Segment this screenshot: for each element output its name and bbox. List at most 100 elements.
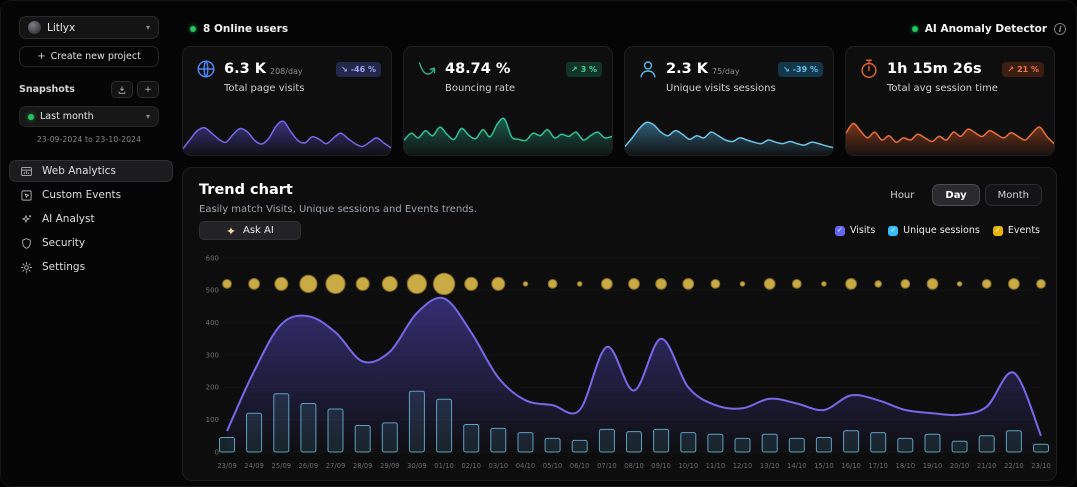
svg-text:29/09: 29/09 (380, 462, 400, 470)
user-icon (637, 58, 659, 80)
sidebar-item-label: Custom Events (42, 189, 121, 201)
trend-badge-value: -46 % (351, 65, 376, 74)
sparkline-chart (846, 109, 1054, 155)
sidebar-item-label: AI Analyst (42, 213, 95, 225)
svg-text:600: 600 (206, 254, 219, 262)
svg-text:25/09: 25/09 (272, 462, 292, 470)
sidebar-item-security[interactable]: Security (9, 232, 173, 254)
export-snapshot-button[interactable] (111, 81, 133, 98)
svg-text:30/09: 30/09 (407, 462, 427, 470)
legend-item-events[interactable]: ✓ Events (993, 225, 1040, 236)
sidebar-item-label: Settings (42, 261, 85, 273)
sparkline-chart (183, 109, 391, 155)
sidebar-top: Litlyx ▾ + Create new project Snapshots … (1, 1, 181, 144)
svg-text:14/10: 14/10 (787, 462, 807, 470)
create-project-label: Create new project (51, 51, 141, 62)
project-name: Litlyx (47, 22, 75, 34)
svg-text:24/09: 24/09 (244, 462, 264, 470)
sidebar-item-custom-events[interactable]: Custom Events (9, 184, 173, 206)
stat-value: 6.3 K (224, 61, 266, 77)
stat-label: Total avg session time (887, 83, 1054, 94)
trend-badge: ↘-39 % (778, 62, 823, 77)
sidebar: Litlyx ▾ + Create new project Snapshots … (1, 1, 181, 486)
trend-badge-value: -39 % (793, 65, 818, 74)
topbar: 8 Online users AI Anomaly Detector i (190, 21, 1066, 37)
snapshots-row: Snapshots + (19, 81, 159, 98)
checkbox-checked-icon: ✓ (835, 226, 845, 236)
create-project-button[interactable]: + Create new project (19, 46, 159, 67)
plus-icon: + (37, 52, 45, 62)
sparkline-chart (625, 109, 833, 155)
trend-badge: ↘-46 % (336, 62, 381, 77)
trend-chart-panel: Trend chart Easily match Visits, Unique … (182, 167, 1057, 481)
gear-icon (20, 261, 33, 274)
legend-label: Events (1008, 225, 1040, 236)
trend-badge: ↗21 % (1002, 62, 1044, 77)
svg-text:09/10: 09/10 (651, 462, 671, 470)
svg-text:02/10: 02/10 (461, 462, 481, 470)
sparkline-chart (404, 109, 612, 155)
web-analytics-icon (20, 165, 33, 178)
svg-text:400: 400 (206, 319, 219, 327)
ai-sparkles-icon (20, 213, 33, 226)
svg-text:17/10: 17/10 (868, 462, 888, 470)
snapshot-range-value: Last month (40, 111, 94, 122)
tab-month[interactable]: Month (985, 184, 1042, 206)
shield-icon (20, 237, 33, 250)
sidebar-item-settings[interactable]: Settings (9, 256, 173, 278)
globe-icon (195, 58, 217, 80)
project-logo-icon (28, 21, 41, 34)
svg-text:08/10: 08/10 (624, 462, 644, 470)
checkbox-checked-icon: ✓ (888, 226, 898, 236)
svg-text:15/10: 15/10 (814, 462, 834, 470)
svg-text:0: 0 (215, 448, 219, 456)
stat-label: Unique visits sessions (666, 83, 833, 94)
time-range-tabs: Hour Day Month (877, 184, 1042, 206)
online-users: 8 Online users (190, 23, 288, 35)
svg-text:27/09: 27/09 (326, 462, 346, 470)
timer-icon (858, 58, 880, 80)
svg-text:06/10: 06/10 (570, 462, 590, 470)
legend-item-unique-sessions[interactable]: ✓ Unique sessions (888, 225, 980, 236)
stat-value: 48.74 % (445, 61, 510, 77)
stat-per-day: 75/day (712, 67, 740, 76)
snapshot-range-selector[interactable]: Last month ▾ (19, 106, 159, 127)
ask-ai-label: Ask AI (243, 225, 274, 236)
sparkle-icon (226, 226, 236, 236)
add-snapshot-button[interactable]: + (137, 81, 159, 98)
trend-up-icon: ↗ (1007, 65, 1014, 74)
legend-item-visits[interactable]: ✓ Visits (835, 225, 875, 236)
info-icon[interactable]: i (1054, 23, 1066, 35)
status-dot-icon (28, 114, 34, 120)
sidebar-item-ai-analyst[interactable]: AI Analyst (9, 208, 173, 230)
svg-text:03/10: 03/10 (489, 462, 509, 470)
svg-text:28/09: 28/09 (353, 462, 373, 470)
project-selector[interactable]: Litlyx ▾ (19, 16, 159, 39)
stat-value: 2.3 K (666, 61, 708, 77)
trend-chart[interactable]: 010020030040050060023/0924/0925/0926/092… (191, 250, 1051, 476)
svg-text:200: 200 (206, 384, 219, 392)
sidebar-item-web-analytics[interactable]: Web Analytics (9, 160, 173, 182)
svg-text:12/10: 12/10 (733, 462, 753, 470)
anomaly-detector-label: AI Anomaly Detector (925, 23, 1047, 35)
svg-text:22/10: 22/10 (1004, 462, 1024, 470)
snapshot-buttons: + (111, 81, 159, 98)
sidebar-item-label: Security (42, 237, 85, 249)
svg-text:16/10: 16/10 (841, 462, 861, 470)
stat-card-total-page-visits: 6.3 K 208/day ↘-46 % Total page visits (182, 46, 392, 156)
tab-day[interactable]: Day (932, 184, 979, 206)
stat-label: Total page visits (224, 83, 391, 94)
custom-events-icon (20, 189, 33, 202)
svg-text:26/09: 26/09 (299, 462, 319, 470)
chevron-down-icon: ▾ (146, 113, 150, 121)
tab-hour[interactable]: Hour (877, 184, 927, 206)
svg-text:500: 500 (206, 287, 219, 295)
svg-text:07/10: 07/10 (597, 462, 617, 470)
trend-up-icon: ↗ (571, 65, 578, 74)
chart-legend: ✓ Visits ✓ Unique sessions ✓ Events (835, 225, 1040, 236)
chevron-down-icon: ▾ (146, 24, 150, 32)
svg-text:23/09: 23/09 (217, 462, 237, 470)
ask-ai-button[interactable]: Ask AI (199, 221, 301, 240)
sidebar-item-label: Web Analytics (42, 165, 116, 177)
trend-down-icon: ↘ (341, 65, 348, 74)
